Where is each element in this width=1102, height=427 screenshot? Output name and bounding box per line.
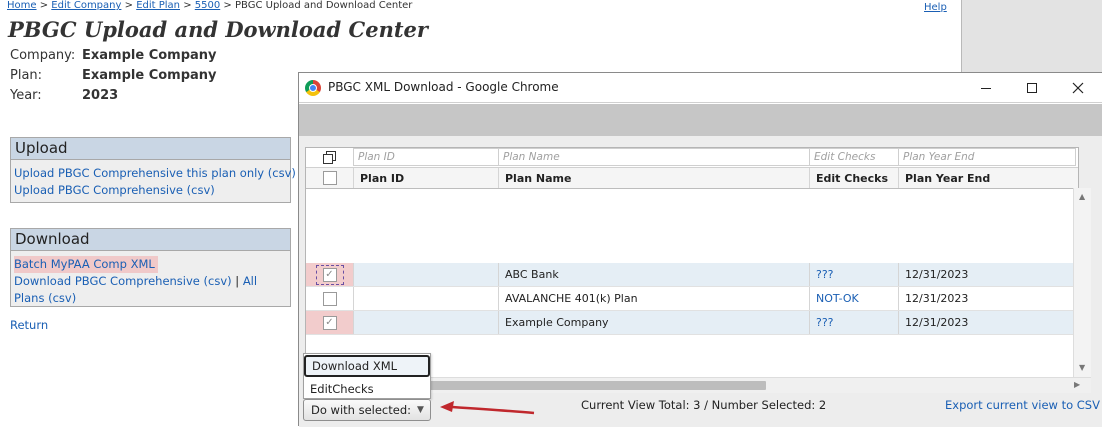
cell-plan-year-end: 12/31/2023 (898, 311, 1078, 334)
menu-item-download-xml[interactable]: Download XML (304, 355, 430, 377)
year-value: 2023 (82, 88, 119, 103)
scroll-down-icon[interactable]: ▼ (1079, 363, 1085, 372)
table-row[interactable]: ✓ ABC Bank ??? 12/31/2023 (306, 263, 1078, 287)
breadcrumb-separator: > (223, 0, 232, 11)
cell-plan-id (353, 311, 498, 334)
upload-this-plan-link[interactable]: Upload PBGC Comprehensive this plan only… (14, 165, 296, 182)
window-title: PBGC XML Download - Google Chrome (328, 80, 559, 94)
upload-panel-title: Upload (11, 138, 290, 160)
row-checkbox[interactable]: ✓ (306, 311, 353, 334)
breadcrumb-edit-company[interactable]: Edit Company (51, 0, 121, 11)
column-header-plan-year-end[interactable]: Plan Year End (898, 168, 1078, 188)
cell-edit-checks[interactable]: NOT-OK (809, 287, 898, 310)
breadcrumb-separator: > (39, 0, 49, 11)
grid-header-row: Plan ID Plan Name Edit Checks Plan Year … (306, 167, 1078, 189)
help-link[interactable]: Help (924, 2, 947, 13)
download-panel-title: Download (11, 229, 290, 251)
company-label: Company: (10, 48, 76, 63)
breadcrumb: Home > Edit Company > Edit Plan > 5500 >… (7, 0, 412, 11)
breadcrumb-5500[interactable]: 5500 (195, 0, 220, 11)
download-popup-window: PBGC XML Download - Google Chrome Plan I… (298, 72, 1102, 427)
chevron-down-icon: ▼ (417, 405, 424, 415)
select-all-checkbox[interactable] (306, 168, 353, 188)
return-link[interactable]: Return (10, 318, 48, 332)
breadcrumb-edit-plan[interactable]: Edit Plan (136, 0, 180, 11)
upload-comprehensive-link[interactable]: Upload PBGC Comprehensive (csv) (14, 182, 287, 199)
table-row[interactable]: ✓ Example Company ??? 12/31/2023 (306, 311, 1078, 335)
action-dropdown-menu: Download XML EditChecks (303, 353, 431, 399)
company-value: Example Company (82, 48, 217, 63)
do-with-selected-dropdown[interactable]: Do with selected: ▼ (303, 399, 431, 421)
page-title: PBGC Upload and Download Center (8, 17, 428, 42)
chrome-icon (305, 80, 321, 96)
popup-toolbar-strip (299, 104, 1102, 136)
vertical-scrollbar[interactable]: ▲ ▼ (1073, 188, 1091, 377)
year-label: Year: (10, 88, 42, 103)
cell-plan-year-end: 12/31/2023 (898, 287, 1078, 310)
cell-plan-id (353, 287, 498, 310)
plan-label: Plan: (10, 68, 43, 83)
scroll-up-icon[interactable]: ▲ (1079, 192, 1085, 201)
breadcrumb-home[interactable]: Home (7, 0, 37, 11)
link-divider: | (235, 274, 240, 288)
breadcrumb-separator: > (183, 0, 192, 11)
selection-status: Current View Total: 3 / Number Selected:… (581, 398, 827, 412)
plan-name-filter[interactable]: Plan Name (498, 148, 809, 166)
download-panel: Download Batch MyPAA Comp XML Download P… (10, 228, 291, 307)
breadcrumb-current: PBGC Upload and Download Center (235, 0, 413, 11)
plan-value: Example Company (82, 68, 217, 83)
plan-row: Plan: Example Company (10, 68, 217, 83)
upload-panel: Upload Upload PBGC Comprehensive this pl… (10, 137, 296, 203)
menu-item-editchecks[interactable]: EditChecks (304, 378, 430, 400)
scroll-right-icon[interactable]: ▶ (1074, 380, 1080, 389)
cell-plan-name: ABC Bank (498, 263, 809, 286)
do-with-selected-label: Do with selected: (311, 403, 412, 417)
cell-edit-checks[interactable]: ??? (809, 263, 898, 286)
batch-mypaa-link[interactable]: Batch MyPAA Comp XML (14, 256, 158, 273)
filter-row: Plan ID Plan Name Edit Checks Plan Year … (306, 148, 1078, 166)
annotation-arrow-icon (440, 401, 535, 415)
plan-id-filter[interactable]: Plan ID (353, 148, 498, 166)
column-header-plan-id[interactable]: Plan ID (353, 168, 498, 188)
column-header-edit-checks[interactable]: Edit Checks (809, 168, 898, 188)
window-titlebar[interactable]: PBGC XML Download - Google Chrome (299, 73, 1102, 103)
maximize-icon[interactable] (1009, 73, 1055, 103)
download-pbgc-link[interactable]: Download PBGC Comprehensive (csv) (14, 274, 232, 288)
edit-checks-filter[interactable]: Edit Checks (809, 148, 898, 166)
cell-plan-year-end: 12/31/2023 (898, 263, 1078, 286)
cell-edit-checks[interactable]: ??? (809, 311, 898, 334)
breadcrumb-separator: > (124, 0, 133, 11)
column-header-plan-name[interactable]: Plan Name (498, 168, 809, 188)
row-checkbox[interactable]: ✓ (306, 263, 353, 286)
year-row: Year: 2023 (10, 88, 118, 103)
cell-plan-name: AVALANCHE 401(k) Plan (498, 287, 809, 310)
minimize-icon[interactable] (963, 73, 1009, 103)
row-checkbox[interactable] (306, 287, 353, 310)
plan-year-end-filter[interactable]: Plan Year End (898, 148, 1076, 166)
export-csv-link[interactable]: Export current view to CSV (945, 398, 1100, 412)
copy-columns-icon[interactable] (306, 148, 353, 166)
company-row: Company: Example Company (10, 48, 217, 63)
cell-plan-id (353, 263, 498, 286)
close-icon[interactable] (1055, 73, 1101, 103)
cell-plan-name: Example Company (498, 311, 809, 334)
table-row[interactable]: AVALANCHE 401(k) Plan NOT-OK 12/31/2023 (306, 287, 1078, 311)
